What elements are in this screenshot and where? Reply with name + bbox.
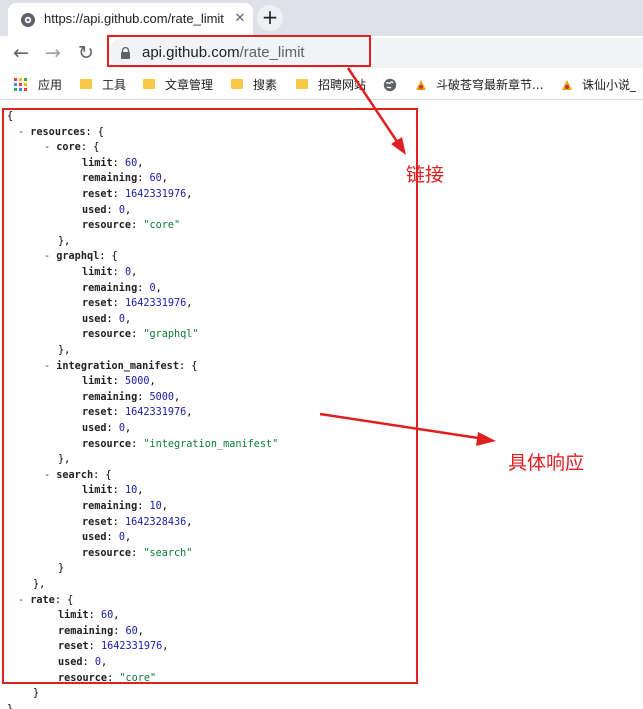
link-annotation-label: 链接 <box>406 164 445 186</box>
response-annotation-label: 具体响应 <box>508 452 585 474</box>
response-arrow <box>319 412 496 446</box>
annotation-arrows <box>319 67 496 446</box>
link-arrow <box>346 67 406 155</box>
